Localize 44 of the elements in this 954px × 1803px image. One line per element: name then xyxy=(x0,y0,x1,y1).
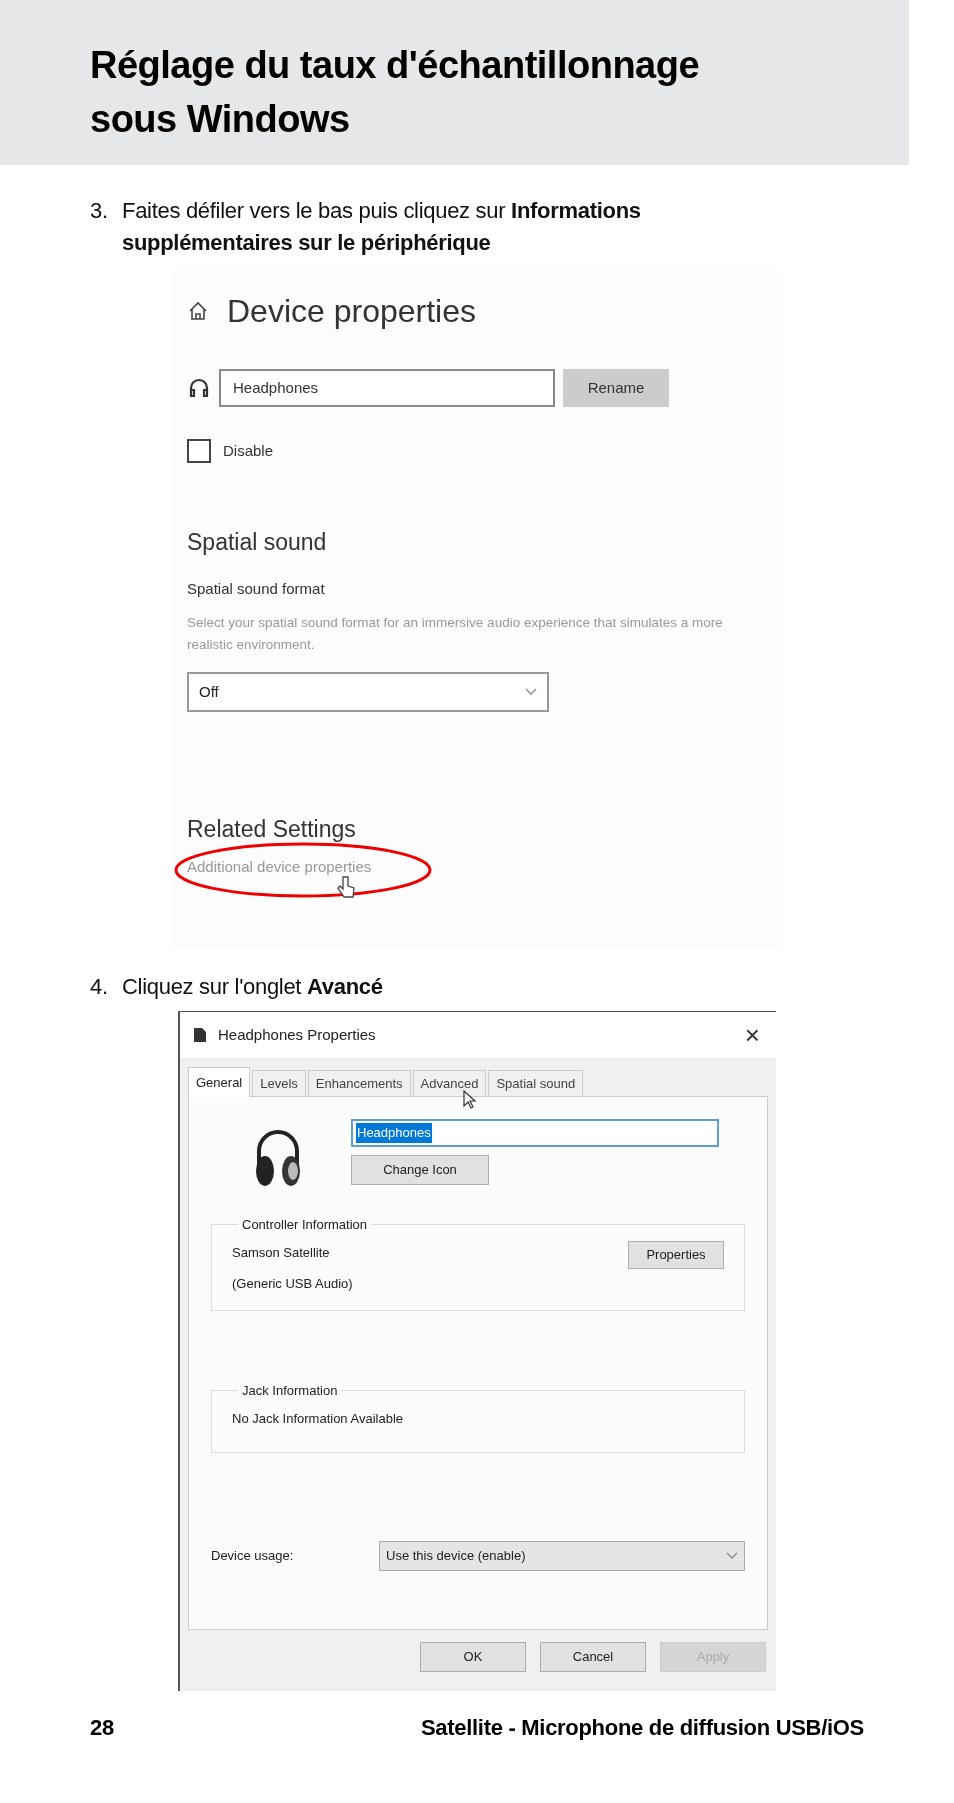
tab[interactable]: General xyxy=(188,1067,251,1097)
driver-name: (Generic USB Audio) xyxy=(232,1275,353,1293)
step-number: 3. xyxy=(90,197,109,225)
step-number: 4. xyxy=(90,973,109,1001)
tab[interactable]: Spatial sound xyxy=(488,1070,584,1096)
headphones-icon xyxy=(187,376,211,400)
tab[interactable]: Advanced xyxy=(412,1070,487,1096)
dialog-button[interactable]: OK xyxy=(420,1642,526,1672)
chevron-down-icon xyxy=(726,1552,738,1560)
page-number: 28 xyxy=(90,1714,114,1742)
dropdown-value: Use this device (enable) xyxy=(386,1547,526,1566)
chevron-down-icon xyxy=(525,688,537,696)
home-icon xyxy=(187,300,209,322)
field-label: Spatial sound format xyxy=(187,578,326,599)
dropdown-value: Off xyxy=(199,681,219,702)
name-field[interactable]: Headphones xyxy=(219,369,555,407)
page-title: Réglage du taux d'échantillonnage sous Windows xyxy=(90,43,701,142)
window-title: Headphones Properties xyxy=(218,1024,376,1045)
dropdown[interactable]: Use this device (enable) xyxy=(379,1541,745,1571)
tab[interactable]: Enhancements xyxy=(307,1070,411,1096)
info-text: No Jack Information Available xyxy=(232,1409,405,1428)
dialog-button[interactable]: Cancel xyxy=(540,1642,646,1672)
step-instruction: Cliquez sur l'onglet Avancé xyxy=(122,973,383,1001)
selected-text: Headphones xyxy=(356,1123,432,1143)
section-heading: Related Settings xyxy=(187,815,357,844)
step-instruction: Faites défiler vers le bas puis cliquez sur Informations supplémentaires sur le périphérique xyxy=(122,197,642,257)
page-heading: Device properties xyxy=(227,292,476,331)
dropdown[interactable]: Off xyxy=(187,672,549,712)
properties-button[interactable]: Properties xyxy=(628,1240,724,1269)
hand-cursor-icon xyxy=(337,874,355,899)
change-icon-button[interactable]: Change Icon xyxy=(351,1155,489,1185)
device-name: Samson Satellite xyxy=(232,1243,331,1262)
group-title: Jack Information xyxy=(241,1382,339,1400)
checkbox[interactable] xyxy=(187,439,211,463)
group-title: Controller Information xyxy=(241,1216,368,1234)
footer-title: Satellite - Microphone de diffusion USB/iOS xyxy=(420,1714,864,1742)
name-field[interactable]: Headphones xyxy=(351,1119,719,1147)
description-text: Select your spatial sound format for an immersive audio experience that simulates a more realistic environment. xyxy=(187,614,724,654)
tab[interactable]: Levels xyxy=(252,1070,306,1096)
field-label: Device usage: xyxy=(211,1547,294,1566)
rename-button[interactable]: Rename xyxy=(563,369,669,407)
checkbox-label: Disable xyxy=(223,440,274,461)
close-button[interactable]: × xyxy=(740,1022,764,1048)
section-heading: Spatial sound xyxy=(187,528,328,557)
